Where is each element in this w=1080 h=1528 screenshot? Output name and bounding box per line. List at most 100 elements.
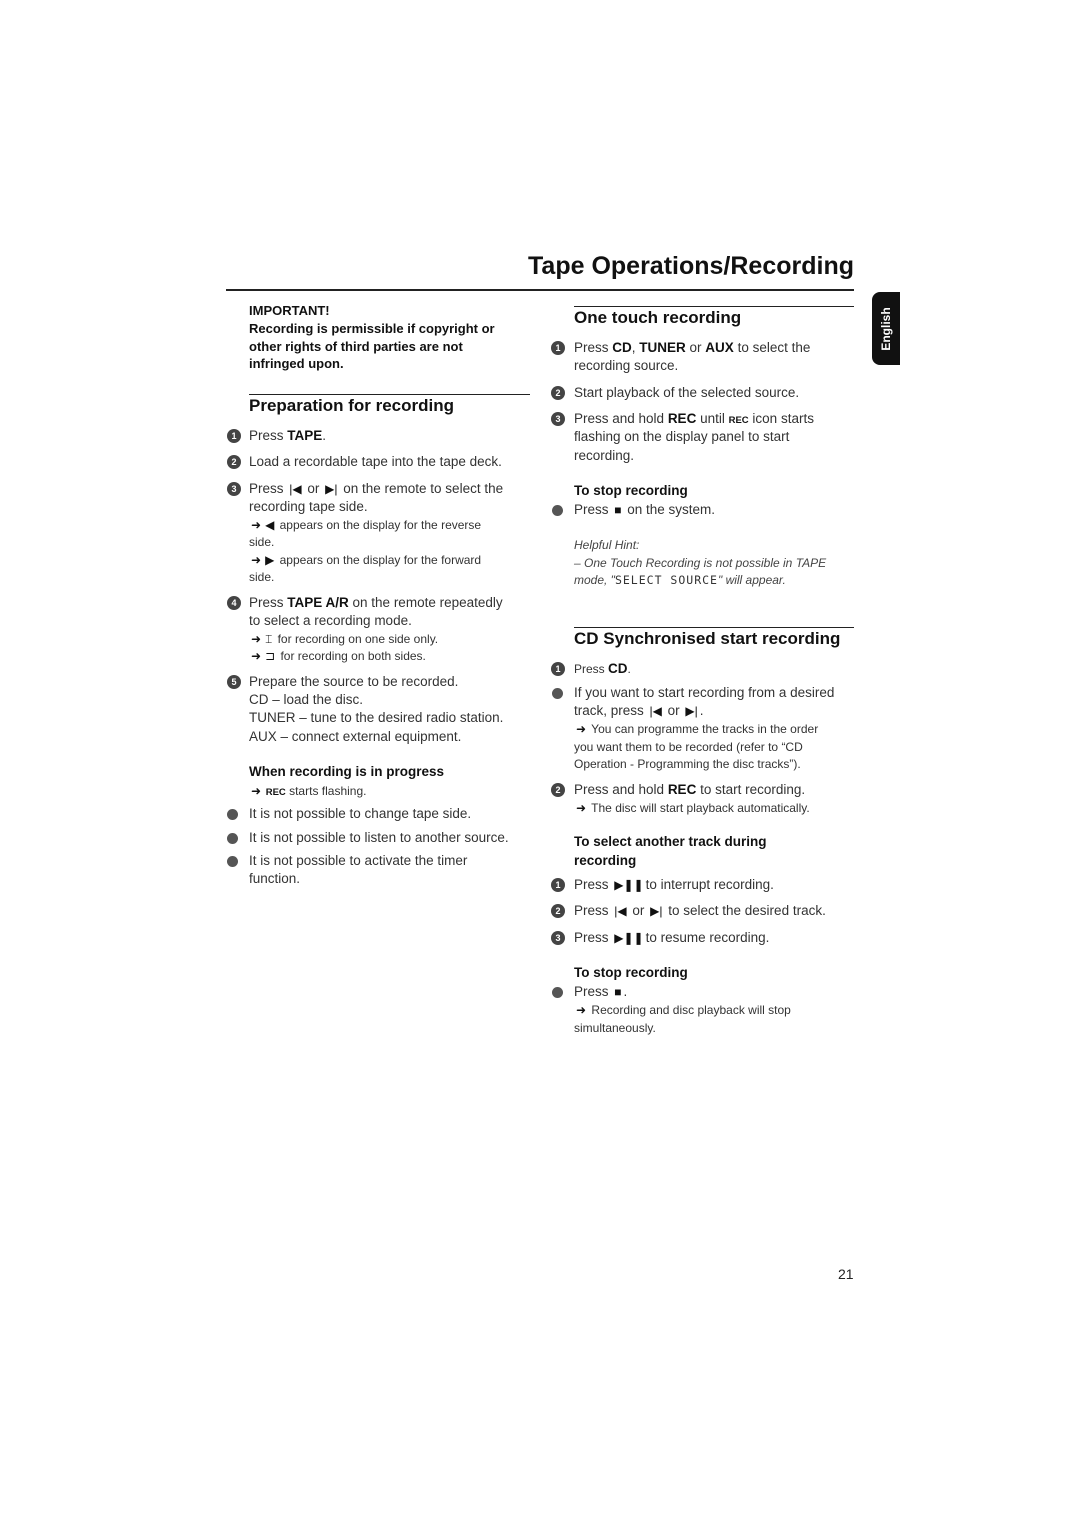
text-line: Press CD. <box>574 660 631 678</box>
select-heading: To select another track during <box>574 834 767 849</box>
prev-icon: |◀ <box>649 704 662 718</box>
text-run: CD <box>608 661 628 676</box>
step-number: 3 <box>551 931 565 945</box>
step-number: 2 <box>551 783 565 797</box>
bullet-icon <box>552 987 563 998</box>
prev-icon: |◀ <box>614 904 627 918</box>
text-run: Press <box>574 340 613 355</box>
text-run: Load a recordable tape into the tape dec… <box>249 454 502 469</box>
text-run: until <box>696 411 729 426</box>
text-run: It is not possible to change tape side. <box>249 806 472 821</box>
text-run: flashing on the display panel to start <box>574 429 790 444</box>
text-run: Press <box>574 984 613 999</box>
text-run: to interrupt recording. <box>645 877 774 892</box>
stop-icon: ■ <box>614 985 622 999</box>
step-number: 2 <box>551 386 565 400</box>
text-line: Press and hold REC until REC icon starts <box>574 410 814 430</box>
text-run: SELECT SOURCE <box>614 573 718 587</box>
reverse-icon: ◀ <box>265 518 275 532</box>
text-run: AUX <box>705 340 734 355</box>
text-run: REC <box>728 415 749 426</box>
text-line: Press ■. <box>574 983 627 1001</box>
text-run: It is not possible to activate the timer <box>249 853 468 868</box>
text-run: TUNER <box>639 340 686 355</box>
arrow-icon: ➜ <box>251 632 262 646</box>
text-run: Press <box>249 428 288 443</box>
text-run: AUX <box>249 729 277 744</box>
bullet-icon <box>227 856 238 867</box>
section-rule <box>574 306 854 307</box>
step-number: 2 <box>551 904 565 918</box>
one-side-icon: ⌶ <box>265 632 273 646</box>
text-run: REC <box>667 782 697 797</box>
text-line: Start playback of the selected source. <box>574 384 799 402</box>
text-run: TAPE A/R <box>287 595 349 610</box>
arrow-icon: ➜ <box>251 784 262 798</box>
cd-sync-heading: CD Synchronised start recording <box>574 629 841 648</box>
text-run: side. <box>249 535 275 549</box>
play-pause-icon: ▶❚❚ <box>614 931 644 945</box>
text-run: to select the desired track. <box>664 903 826 918</box>
text-line: Press TAPE A/R on the remote repeatedly <box>249 594 503 612</box>
text-run: TAPE <box>287 428 323 443</box>
text-run: . <box>699 703 704 718</box>
text-run: appears on the display for the forward <box>276 553 482 567</box>
text-line: If you want to start recording from a de… <box>574 684 834 702</box>
text-run: or <box>663 703 684 718</box>
text-run: you want them to be recorded (refer to “… <box>574 740 803 754</box>
stop-heading: To stop recording <box>574 965 688 980</box>
select-heading: recording <box>574 853 637 868</box>
text-run: Press and hold <box>574 411 668 426</box>
text-run: appears on the display for the reverse <box>276 518 482 532</box>
section-rule <box>574 627 854 628</box>
play-pause-icon: ▶❚❚ <box>614 878 644 892</box>
text-line: Press |◀ or ▶| to select the desired tra… <box>574 902 826 920</box>
text-line: ➜ The disc will start playback automatic… <box>574 799 810 817</box>
text-line: Operation - Programming the disc tracks”… <box>574 755 801 773</box>
bullet-icon <box>552 688 563 699</box>
text-line: recording tape side. <box>249 498 368 516</box>
text-line: Press |◀ or ▶| on the remote to select t… <box>249 480 503 498</box>
text-run: . <box>322 428 327 443</box>
text-line: simultaneously. <box>574 1019 656 1037</box>
text-run: . <box>623 984 628 999</box>
arrow-icon: ➜ <box>576 722 587 736</box>
text-run: Start playback of the selected source. <box>574 385 800 400</box>
both-sides-icon: ⊐ <box>265 649 276 663</box>
text-run: or <box>303 481 324 496</box>
text-line: Press ▶❚❚ to interrupt recording. <box>574 876 774 894</box>
text-run: to start recording. <box>696 782 806 797</box>
text-line: ➜ You can programme the tracks in the or… <box>574 720 818 738</box>
text-line: TUNER – tune to the desired radio statio… <box>249 709 503 727</box>
text-run: CD <box>249 692 269 707</box>
text-run: side. <box>249 570 275 584</box>
text-line: It is not possible to activate the timer <box>249 852 467 870</box>
text-run: Press <box>574 930 613 945</box>
section-rule <box>249 394 530 395</box>
text-line: ➜ Recording and disc playback will stop <box>574 1001 791 1019</box>
next-icon: ▶| <box>650 904 663 918</box>
text-line: you want them to be recorded (refer to “… <box>574 738 803 756</box>
prep-heading: Preparation for recording <box>249 396 454 415</box>
page-title: Tape Operations/Recording <box>528 252 854 280</box>
text-run: . <box>627 662 631 676</box>
important-label: IMPORTANT! <box>249 303 330 318</box>
text-run: for recording on one side only. <box>274 632 439 646</box>
language-tab: English <box>872 292 900 365</box>
hint-label: Helpful Hint: <box>574 538 640 552</box>
text-run: recording tape side. <box>249 499 368 514</box>
important-text: Recording is permissible if copyright or <box>249 321 495 336</box>
stop-heading: To stop recording <box>574 483 688 498</box>
text-line: It is not possible to change tape side. <box>249 805 471 823</box>
text-line: recording source. <box>574 357 678 375</box>
text-line: Prepare the source to be recorded. <box>249 673 458 691</box>
text-line: function. <box>249 870 300 888</box>
text-run: recording. <box>574 448 635 463</box>
next-icon: ▶| <box>685 704 698 718</box>
text-run: Prepare the source to be recorded. <box>249 674 459 689</box>
text-run: track, press <box>574 703 648 718</box>
text-line: ➜ ◀ appears on the display for the revers… <box>249 516 481 534</box>
progress-heading: When recording is in progress <box>249 764 445 779</box>
text-line: side. <box>249 533 274 551</box>
text-run: Recording and disc playback will stop <box>588 1003 791 1017</box>
